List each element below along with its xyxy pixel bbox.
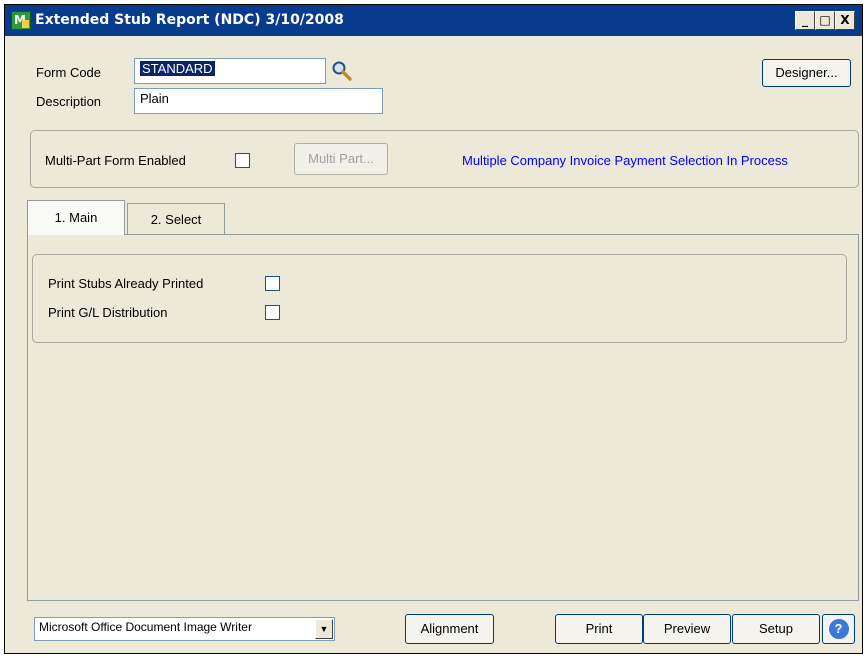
- form-code-value: STANDARD: [140, 61, 215, 76]
- lookup-magnifier-icon[interactable]: [331, 60, 353, 82]
- designer-button[interactable]: Designer...: [762, 59, 851, 87]
- tab-select[interactable]: 2. Select: [127, 203, 225, 235]
- window-title: Extended Stub Report (NDC) 3/10/2008: [35, 12, 344, 28]
- stubs-printed-checkbox[interactable]: [265, 276, 280, 291]
- app-icon: M: [11, 11, 31, 30]
- form-code-label: Form Code: [36, 65, 102, 80]
- title-bar[interactable]: M Extended Stub Report (NDC) 3/10/2008 _…: [5, 5, 862, 36]
- help-icon: ?: [828, 619, 849, 639]
- help-button[interactable]: ?: [822, 614, 855, 644]
- preview-button[interactable]: Preview: [643, 614, 731, 644]
- print-options-group: [32, 254, 847, 343]
- report-window: M Extended Stub Report (NDC) 3/10/2008 _…: [4, 4, 863, 654]
- print-button[interactable]: Print: [555, 614, 643, 644]
- description-label: Description: [36, 94, 102, 109]
- multipart-label: Multi-Part Form Enabled: [45, 153, 186, 168]
- minimize-button[interactable]: _: [795, 11, 815, 30]
- option-label-gl-distribution: Print G/L Distribution: [48, 305, 168, 320]
- printer-select-value: Microsoft Office Document Image Writer: [39, 620, 252, 634]
- status-message: Multiple Company Invoice Payment Selecti…: [462, 153, 788, 168]
- printer-select[interactable]: Microsoft Office Document Image Writer: [34, 617, 335, 641]
- form-code-field[interactable]: STANDARD: [134, 58, 326, 84]
- description-field[interactable]: Plain: [134, 88, 383, 114]
- tab-panel-main: Print Stubs Already Printed Print G/L Di…: [27, 234, 859, 601]
- setup-button[interactable]: Setup: [732, 614, 820, 644]
- alignment-button[interactable]: Alignment: [405, 614, 494, 644]
- multipart-checkbox[interactable]: [235, 153, 250, 168]
- close-button[interactable]: X: [835, 11, 855, 30]
- gl-distribution-checkbox[interactable]: [265, 305, 280, 320]
- chevron-down-icon[interactable]: ▼: [315, 619, 333, 639]
- multi-part-button[interactable]: Multi Part...: [294, 143, 388, 175]
- maximize-button[interactable]: □: [815, 11, 835, 30]
- option-label-stubs-printed: Print Stubs Already Printed: [48, 276, 204, 291]
- tab-main[interactable]: 1. Main: [27, 200, 125, 235]
